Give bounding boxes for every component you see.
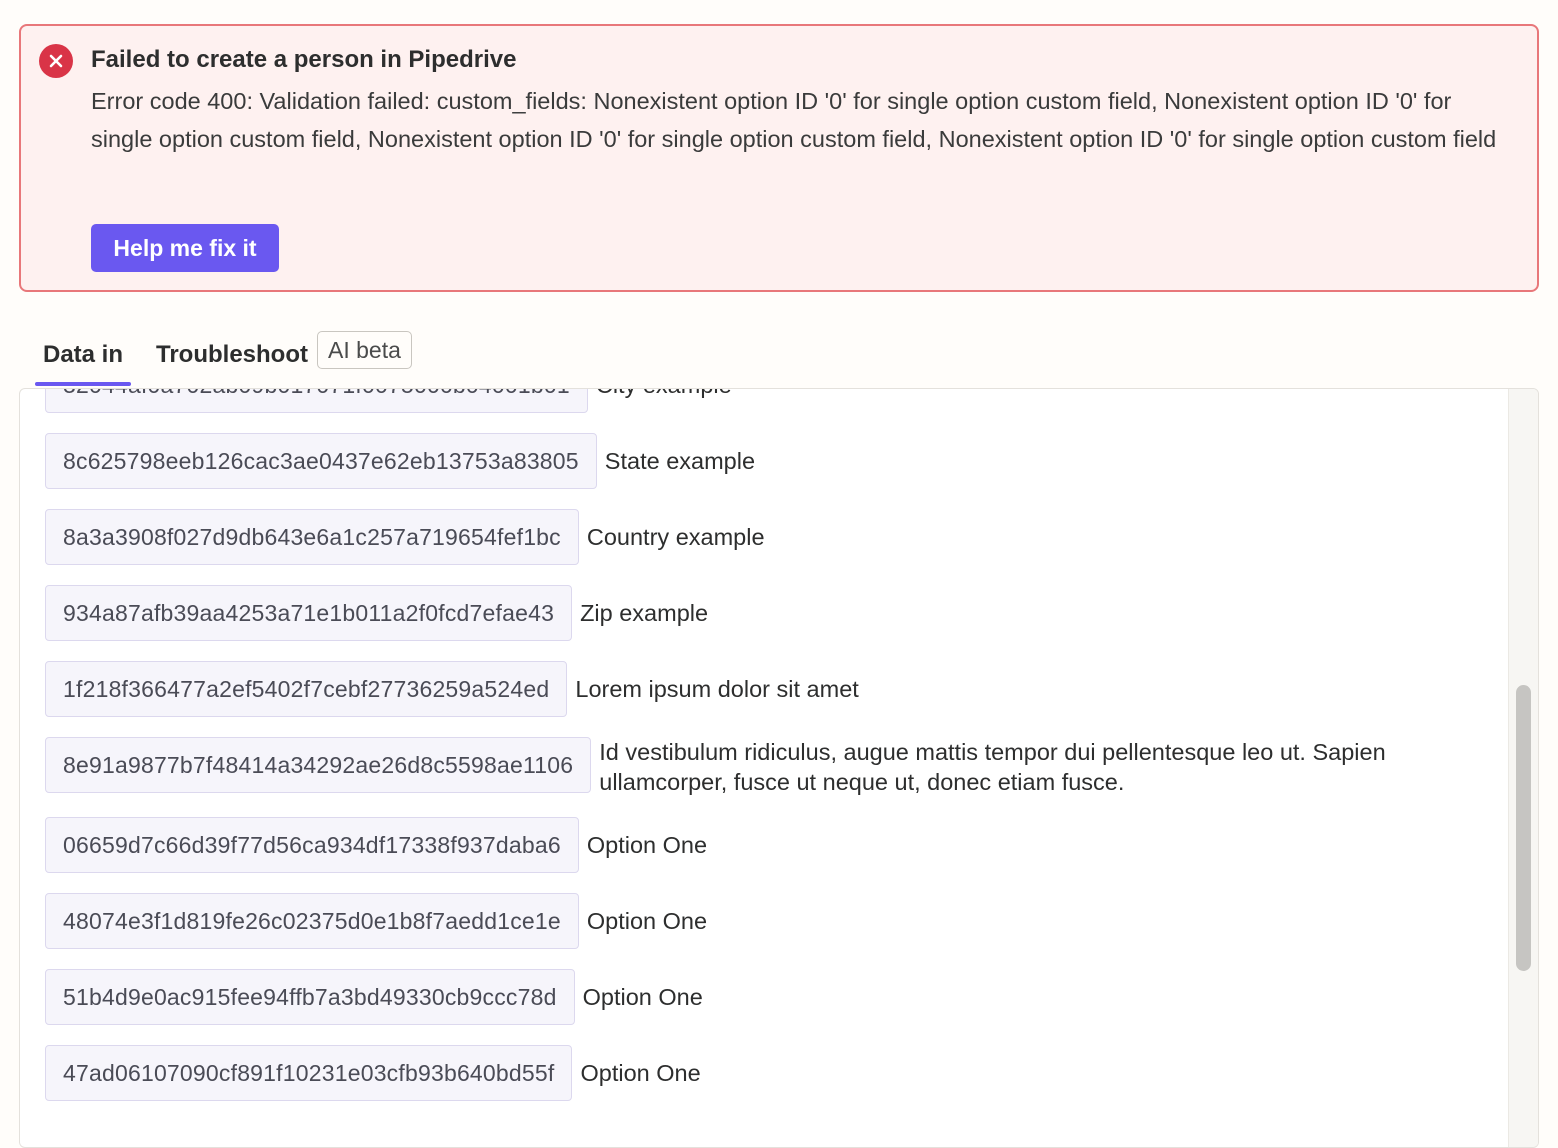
tab-data-in[interactable]: Data in bbox=[35, 326, 131, 384]
tab-troubleshoot[interactable]: Troubleshoot bbox=[156, 326, 308, 384]
field-key-chip[interactable]: 06659d7c66d39f77d56ca934df17338f937daba6 bbox=[45, 817, 579, 873]
field-key-chip[interactable]: 934a87afb39aa4253a71e1b011a2f0fcd7efae43 bbox=[45, 585, 573, 641]
field-value: Option One bbox=[580, 1060, 701, 1086]
field-key-chip[interactable]: 32044af0a702ab09b017071f0075000b04001b01 bbox=[45, 389, 588, 413]
field-key-chip[interactable]: 48074e3f1d819fe26c02375d0e1b8f7aedd1ce1e bbox=[45, 893, 579, 949]
field-key-chip[interactable]: 8a3a3908f027d9db643e6a1c257a719654fef1bc bbox=[45, 509, 579, 565]
field-row: 8e91a9877b7f48414a34292ae26d8c5598ae1106… bbox=[45, 737, 1399, 797]
field-value: Option One bbox=[586, 832, 708, 858]
scrollbar-thumb[interactable] bbox=[1516, 685, 1531, 971]
field-row: 48074e3f1d819fe26c02375d0e1b8f7aedd1ce1e… bbox=[45, 893, 707, 949]
field-value: Option One bbox=[582, 984, 703, 1010]
field-key-chip[interactable]: 8c625798eeb126cac3ae0437e62eb13753a83805 bbox=[45, 433, 597, 489]
field-key-chip[interactable]: 51b4d9e0ac915fee94ffb7a3bd49330cb9ccc78d bbox=[45, 969, 575, 1025]
field-key-chip[interactable]: 8e91a9877b7f48414a34292ae26d8c5598ae1106 bbox=[45, 737, 592, 793]
help-me-fix-it-button[interactable]: Help me fix it bbox=[91, 224, 279, 272]
field-value: City example bbox=[596, 389, 732, 400]
field-row: 47ad06107090cf891f10231e03cfb93b640bd55f… bbox=[45, 1045, 701, 1101]
field-value: Country example bbox=[586, 524, 765, 550]
field-key-chip[interactable]: 47ad06107090cf891f10231e03cfb93b640bd55f bbox=[45, 1045, 573, 1101]
data-in-panel: 32044af0a702ab09b017071f0075000b04001b01… bbox=[19, 388, 1539, 1148]
active-tab-indicator bbox=[35, 382, 131, 386]
field-row: 32044af0a702ab09b017071f0075000b04001b01… bbox=[45, 389, 732, 413]
scrollbar-track[interactable] bbox=[1508, 389, 1538, 1147]
ai-beta-badge: AI beta bbox=[317, 331, 412, 369]
field-value: State example bbox=[604, 448, 756, 474]
field-key-chip[interactable]: 1f218f366477a2ef5402f7cebf27736259a524ed bbox=[45, 661, 568, 717]
field-row: 06659d7c66d39f77d56ca934df17338f937daba6… bbox=[45, 817, 707, 873]
field-row: 8a3a3908f027d9db643e6a1c257a719654fef1bc… bbox=[45, 509, 765, 565]
error-message: Error code 400: Validation failed: custo… bbox=[91, 88, 1497, 152]
error-alert: Failed to create a person in Pipedrive E… bbox=[19, 24, 1539, 292]
field-value: Lorem ipsum dolor sit amet bbox=[575, 676, 859, 702]
field-value: Option One bbox=[586, 908, 708, 934]
field-row: 51b4d9e0ac915fee94ffb7a3bd49330cb9ccc78d… bbox=[45, 969, 703, 1025]
field-value: Zip example bbox=[580, 600, 709, 626]
error-title: Failed to create a person in Pipedrive bbox=[91, 46, 517, 73]
field-value: Id vestibulum ridiculus, augue mattis te… bbox=[599, 739, 1386, 795]
error-circle-x-icon bbox=[39, 44, 73, 78]
field-row: 934a87afb39aa4253a71e1b011a2f0fcd7efae43… bbox=[45, 585, 708, 641]
field-row: 1f218f366477a2ef5402f7cebf27736259a524ed… bbox=[45, 661, 859, 717]
field-row: 8c625798eeb126cac3ae0437e62eb13753a83805… bbox=[45, 433, 755, 489]
